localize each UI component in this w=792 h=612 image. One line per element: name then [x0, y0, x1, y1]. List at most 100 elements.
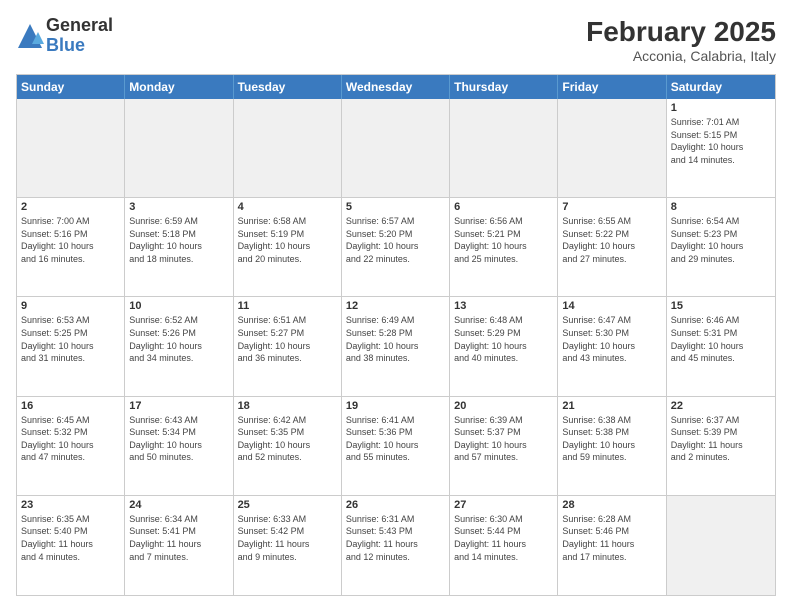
cal-cell: 18 Sunrise: 6:42 AM Sunset: 5:35 PM Dayli…: [234, 397, 342, 495]
cell-info: Sunrise: 6:37 AM Sunset: 5:39 PM Dayligh…: [671, 415, 743, 463]
week-row-3: 16Sunrise: 6:45 AM Sunset: 5:32 PM Dayli…: [17, 397, 775, 496]
cal-cell: 25 Sunrise: 6:33 AM Sunset: 5:42 PM Dayli…: [234, 496, 342, 595]
cal-cell: 11 Sunrise: 6:51 AM Sunset: 5:27 PM Dayli…: [234, 297, 342, 395]
week-row-0: 1 Sunrise: 7:01 AM Sunset: 5:15 PM Daylig…: [17, 99, 775, 198]
cell-info: Sunrise: 6:51 AM Sunset: 5:27 PM Dayligh…: [238, 315, 311, 363]
day-number: 25: [238, 499, 337, 511]
cell-info: Sunrise: 6:30 AM Sunset: 5:44 PM Dayligh…: [454, 514, 526, 562]
cal-cell: 9 Sunrise: 6:53 AM Sunset: 5:25 PM Daylig…: [17, 297, 125, 395]
day-number: 22: [671, 400, 771, 412]
cal-cell: 19 Sunrise: 6:41 AM Sunset: 5:36 PM Dayli…: [342, 397, 450, 495]
cell-info: Sunrise: 6:48 AM Sunset: 5:29 PM Dayligh…: [454, 315, 527, 363]
cal-cell: 28Sunrise: 6:28 AM Sunset: 5:46 PM Dayli…: [558, 496, 666, 595]
day-number: 11: [238, 300, 337, 312]
page: General Blue February 2025 Acconia, Cala…: [0, 0, 792, 612]
logo: General Blue: [16, 16, 113, 56]
cal-cell: 5 Sunrise: 6:57 AM Sunset: 5:20 PM Daylig…: [342, 198, 450, 296]
day-number: 10: [129, 300, 228, 312]
cal-cell: 10 Sunrise: 6:52 AM Sunset: 5:26 PM Dayli…: [125, 297, 233, 395]
day-number: 9: [21, 300, 120, 312]
cell-info: Sunrise: 6:59 AM Sunset: 5:18 PM Dayligh…: [129, 216, 202, 264]
cal-cell: [667, 496, 775, 595]
cal-cell: [234, 99, 342, 197]
week-row-1: 2Sunrise: 7:00 AM Sunset: 5:16 PM Daylig…: [17, 198, 775, 297]
cal-cell: [558, 99, 666, 197]
cal-cell: 7Sunrise: 6:55 AM Sunset: 5:22 PM Daylig…: [558, 198, 666, 296]
cal-cell: 27 Sunrise: 6:30 AM Sunset: 5:44 PM Dayli…: [450, 496, 558, 595]
day-number: 20: [454, 400, 553, 412]
header-day-saturday: Saturday: [667, 75, 775, 99]
cal-cell: [125, 99, 233, 197]
cal-cell: 17 Sunrise: 6:43 AM Sunset: 5:34 PM Dayli…: [125, 397, 233, 495]
cell-info: Sunrise: 6:56 AM Sunset: 5:21 PM Dayligh…: [454, 216, 527, 264]
header-day-thursday: Thursday: [450, 75, 558, 99]
cell-info: Sunrise: 6:28 AM Sunset: 5:46 PM Dayligh…: [562, 514, 634, 562]
cell-info: Sunrise: 7:01 AM Sunset: 5:15 PM Dayligh…: [671, 117, 744, 165]
day-number: 3: [129, 201, 228, 213]
week-row-4: 23Sunrise: 6:35 AM Sunset: 5:40 PM Dayli…: [17, 496, 775, 595]
header-day-friday: Friday: [558, 75, 666, 99]
day-number: 4: [238, 201, 337, 213]
cal-cell: 13 Sunrise: 6:48 AM Sunset: 5:29 PM Dayli…: [450, 297, 558, 395]
cell-info: Sunrise: 6:43 AM Sunset: 5:34 PM Dayligh…: [129, 415, 202, 463]
calendar: SundayMondayTuesdayWednesdayThursdayFrid…: [16, 74, 776, 596]
cell-info: Sunrise: 6:34 AM Sunset: 5:41 PM Dayligh…: [129, 514, 201, 562]
cal-cell: 15 Sunrise: 6:46 AM Sunset: 5:31 PM Dayli…: [667, 297, 775, 395]
day-number: 13: [454, 300, 553, 312]
cell-info: Sunrise: 6:53 AM Sunset: 5:25 PM Dayligh…: [21, 315, 94, 363]
logo-blue: Blue: [46, 36, 113, 56]
calendar-header: SundayMondayTuesdayWednesdayThursdayFrid…: [17, 75, 775, 99]
cal-cell: [450, 99, 558, 197]
logo-icon: [16, 22, 44, 50]
cell-info: Sunrise: 6:55 AM Sunset: 5:22 PM Dayligh…: [562, 216, 635, 264]
cal-cell: 6 Sunrise: 6:56 AM Sunset: 5:21 PM Daylig…: [450, 198, 558, 296]
header: General Blue February 2025 Acconia, Cala…: [16, 16, 776, 64]
cell-info: Sunrise: 6:41 AM Sunset: 5:36 PM Dayligh…: [346, 415, 419, 463]
week-row-2: 9 Sunrise: 6:53 AM Sunset: 5:25 PM Daylig…: [17, 297, 775, 396]
cal-cell: 22 Sunrise: 6:37 AM Sunset: 5:39 PM Dayli…: [667, 397, 775, 495]
cell-info: Sunrise: 6:33 AM Sunset: 5:42 PM Dayligh…: [238, 514, 310, 562]
day-number: 6: [454, 201, 553, 213]
cell-info: Sunrise: 6:57 AM Sunset: 5:20 PM Dayligh…: [346, 216, 419, 264]
day-number: 15: [671, 300, 771, 312]
day-number: 23: [21, 499, 120, 511]
day-number: 24: [129, 499, 228, 511]
cell-info: Sunrise: 6:42 AM Sunset: 5:35 PM Dayligh…: [238, 415, 311, 463]
day-number: 17: [129, 400, 228, 412]
logo-general: General: [46, 16, 113, 36]
cell-info: Sunrise: 6:47 AM Sunset: 5:30 PM Dayligh…: [562, 315, 635, 363]
title-block: February 2025 Acconia, Calabria, Italy: [586, 16, 776, 64]
day-number: 14: [562, 300, 661, 312]
day-number: 1: [671, 102, 771, 114]
month-title: February 2025: [586, 16, 776, 48]
cal-cell: [17, 99, 125, 197]
cell-info: Sunrise: 6:54 AM Sunset: 5:23 PM Dayligh…: [671, 216, 744, 264]
cal-cell: 16Sunrise: 6:45 AM Sunset: 5:32 PM Dayli…: [17, 397, 125, 495]
cal-cell: 23Sunrise: 6:35 AM Sunset: 5:40 PM Dayli…: [17, 496, 125, 595]
day-number: 8: [671, 201, 771, 213]
cal-cell: 21 Sunrise: 6:38 AM Sunset: 5:38 PM Dayli…: [558, 397, 666, 495]
day-number: 5: [346, 201, 445, 213]
day-number: 21: [562, 400, 661, 412]
cell-info: Sunrise: 6:58 AM Sunset: 5:19 PM Dayligh…: [238, 216, 311, 264]
logo-text: General Blue: [46, 16, 113, 56]
cal-cell: 8 Sunrise: 6:54 AM Sunset: 5:23 PM Daylig…: [667, 198, 775, 296]
header-day-monday: Monday: [125, 75, 233, 99]
cal-cell: 2Sunrise: 7:00 AM Sunset: 5:16 PM Daylig…: [17, 198, 125, 296]
cell-info: Sunrise: 6:46 AM Sunset: 5:31 PM Dayligh…: [671, 315, 744, 363]
day-number: 26: [346, 499, 445, 511]
cal-cell: 24 Sunrise: 6:34 AM Sunset: 5:41 PM Dayli…: [125, 496, 233, 595]
cell-info: Sunrise: 6:52 AM Sunset: 5:26 PM Dayligh…: [129, 315, 202, 363]
cell-info: Sunrise: 6:38 AM Sunset: 5:38 PM Dayligh…: [562, 415, 635, 463]
cell-info: Sunrise: 6:49 AM Sunset: 5:28 PM Dayligh…: [346, 315, 419, 363]
cal-cell: 12 Sunrise: 6:49 AM Sunset: 5:28 PM Dayli…: [342, 297, 450, 395]
cell-info: Sunrise: 6:39 AM Sunset: 5:37 PM Dayligh…: [454, 415, 527, 463]
day-number: 27: [454, 499, 553, 511]
cell-info: Sunrise: 7:00 AM Sunset: 5:16 PM Dayligh…: [21, 216, 94, 264]
cell-info: Sunrise: 6:45 AM Sunset: 5:32 PM Dayligh…: [21, 415, 94, 463]
day-number: 18: [238, 400, 337, 412]
cal-cell: 14 Sunrise: 6:47 AM Sunset: 5:30 PM Dayli…: [558, 297, 666, 395]
day-number: 12: [346, 300, 445, 312]
header-day-wednesday: Wednesday: [342, 75, 450, 99]
day-number: 19: [346, 400, 445, 412]
